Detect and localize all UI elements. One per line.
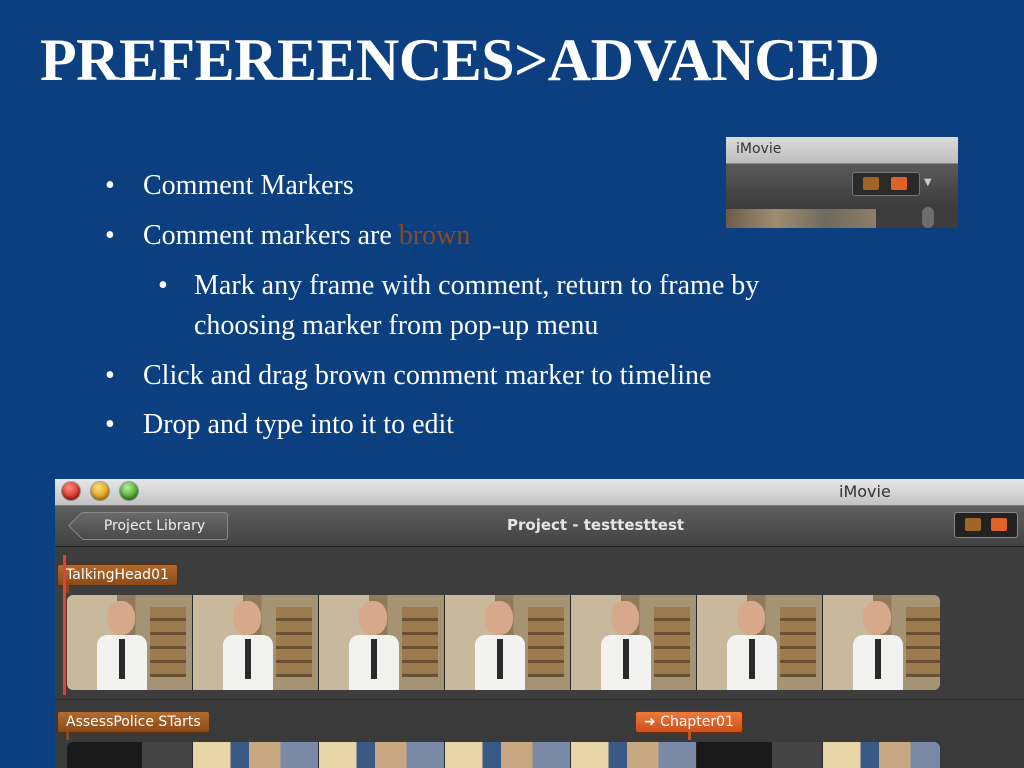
window-title: iMovie: [839, 482, 891, 501]
imovie-window: iMovie Project Library Project - testtes…: [55, 479, 1024, 768]
bullet-text: Drop and type into it to edit: [143, 409, 455, 440]
bullet-text: Comment markers are: [143, 220, 399, 251]
bullet-text: Click and drag brown comment marker to t…: [143, 360, 712, 391]
chapter-marker[interactable]: ➜ Chapter01: [635, 711, 743, 740]
clip-thumbnail: [193, 742, 319, 768]
chapter-marker-icon[interactable]: [991, 518, 1007, 531]
project-header: Project Library Project - testtesttest: [55, 506, 1024, 547]
clip-thumbnail: [697, 595, 823, 690]
bullet-text-continued: choosing marker from pop-up menu: [194, 310, 599, 341]
playhead[interactable]: [63, 555, 66, 695]
imovie-crop-screenshot: iMovie ▼: [726, 137, 958, 228]
chapter-marker-icon[interactable]: [891, 177, 907, 190]
clip-thumbnail: [445, 595, 571, 690]
clip-thumbnail: [571, 595, 697, 690]
clip-thumbnail: [319, 742, 445, 768]
highlight-word: brown: [398, 220, 471, 251]
clip-thumbnail: [823, 742, 940, 768]
zoom-button[interactable]: [120, 482, 138, 500]
bullet-item: • Click and drag brown comment marker to…: [105, 360, 712, 391]
comment-marker-icon[interactable]: [863, 177, 879, 190]
timeline-track: [55, 699, 1024, 768]
title-bar: iMovie: [55, 479, 1024, 506]
project-title: Project - testtesttest: [507, 516, 685, 534]
comment-marker[interactable]: TalkingHead01: [57, 564, 178, 593]
bullet-item: • Comment Markers: [105, 170, 354, 201]
clip-thumbnail: [571, 742, 697, 768]
clip-thumbnail: [445, 742, 571, 768]
bullet-text: Mark any frame with comment, return to f…: [194, 270, 760, 301]
scrollbar[interactable]: [922, 207, 934, 228]
minimize-button[interactable]: [91, 482, 109, 500]
thumbnail-strip: [726, 209, 876, 228]
slide-title: PREFEREENCES>ADVANCED: [40, 27, 880, 93]
clip-thumbnail: [319, 595, 445, 690]
chevron-down-icon[interactable]: ▼: [924, 177, 932, 188]
clip-thumbnail: [193, 595, 319, 690]
sub-bullet-item: • Mark any frame with comment, return to…: [158, 266, 760, 346]
window-title: iMovie: [726, 137, 958, 164]
project-library-button[interactable]: Project Library: [81, 512, 228, 540]
bullet-item: • Comment markers are brown: [105, 220, 471, 251]
close-button[interactable]: [62, 482, 80, 500]
clip-thumbnail: [697, 742, 823, 768]
clip-thumbnail: [823, 595, 940, 690]
bullet-text: Comment Markers: [143, 170, 354, 201]
marker-button-group[interactable]: [954, 512, 1018, 538]
clip-thumbnail: [67, 742, 193, 768]
bullet-item: • Drop and type into it to edit: [105, 409, 455, 440]
comment-marker-icon[interactable]: [965, 518, 981, 531]
clip-thumbnail: [67, 595, 193, 690]
comment-marker[interactable]: AssessPolice STarts: [57, 711, 210, 740]
marker-button-group[interactable]: [852, 172, 920, 196]
clip-filmstrip[interactable]: [67, 742, 940, 768]
clip-filmstrip[interactable]: [67, 595, 940, 690]
